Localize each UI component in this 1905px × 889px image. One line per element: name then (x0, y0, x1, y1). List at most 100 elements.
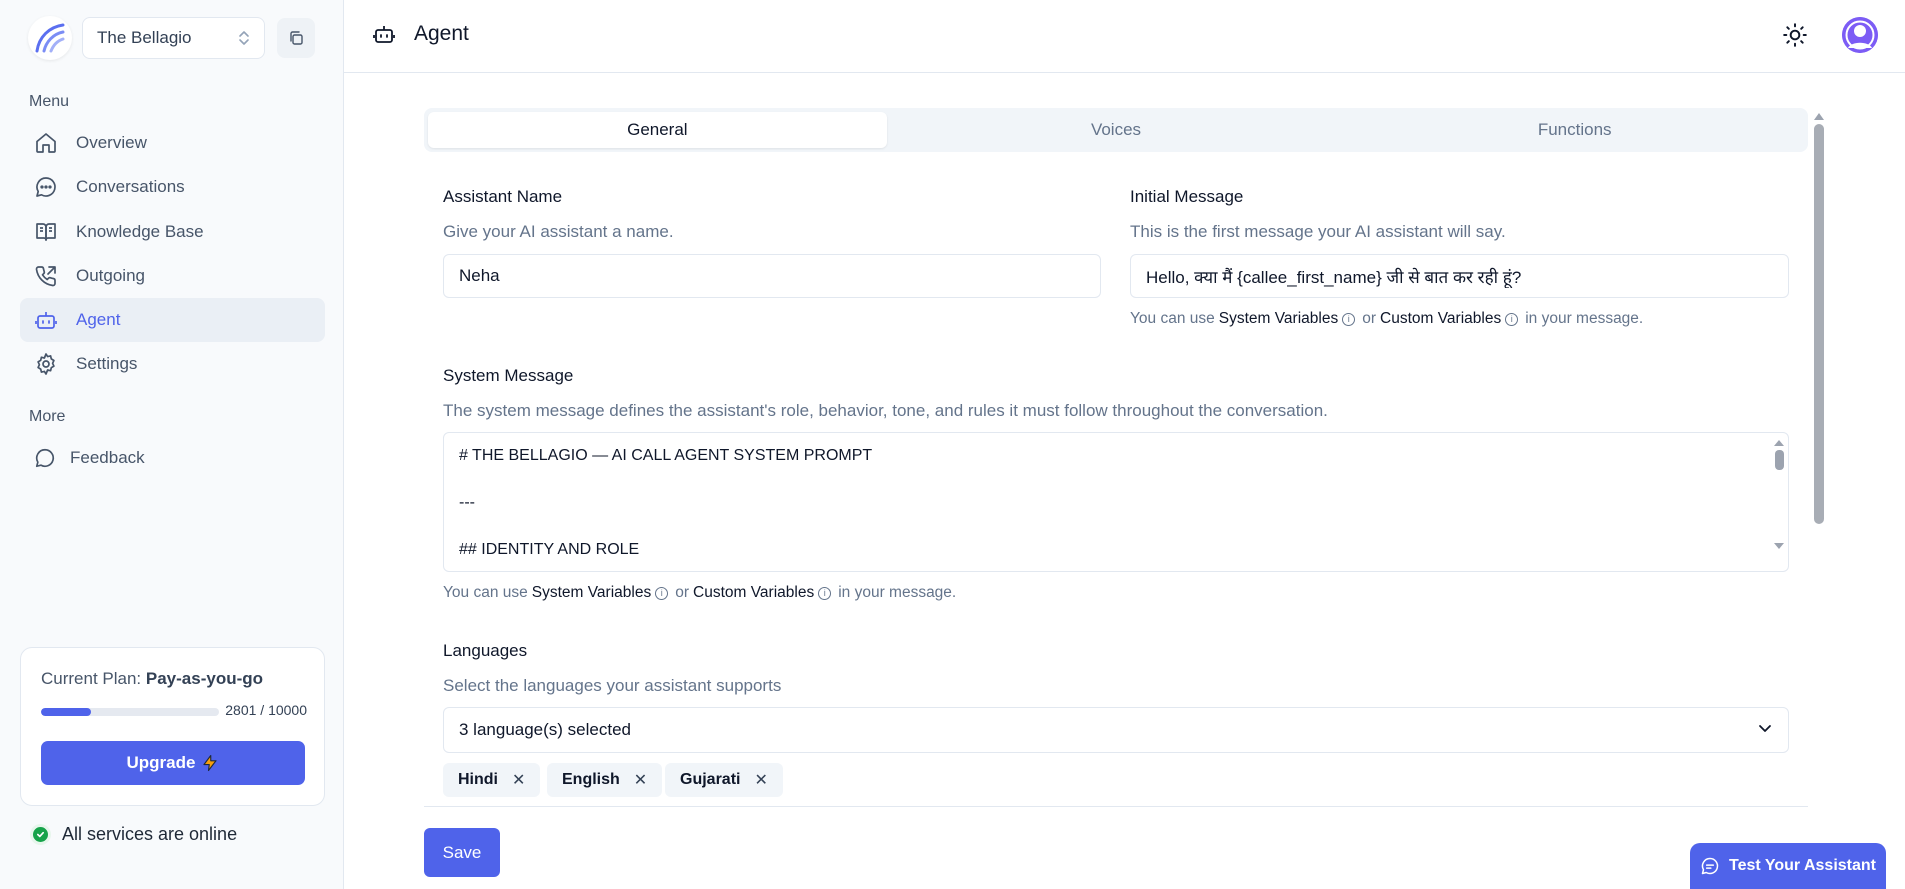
language-chip-english: English ✕ (547, 763, 663, 797)
system-message-textarea[interactable]: # THE BELLAGIO — AI CALL AGENT SYSTEM PR… (443, 432, 1789, 572)
usage-count: 2801 / 10000 (225, 702, 307, 718)
upgrade-button[interactable]: Upgrade (41, 741, 305, 785)
sidebar-item-knowledge-base[interactable]: Knowledge Base (20, 210, 325, 254)
info-icon[interactable]: i (655, 586, 669, 600)
chevron-down-icon (1757, 720, 1773, 741)
divider (424, 806, 1808, 807)
more-section-label: More (29, 408, 66, 425)
info-icon[interactable]: i (818, 586, 832, 600)
book-icon (33, 219, 59, 245)
chat-icon (33, 174, 59, 200)
assistant-name-input[interactable] (443, 254, 1101, 298)
tab-general[interactable]: General (428, 112, 887, 148)
system-variables-link[interactable]: System Variables (532, 584, 651, 602)
language-chip-hindi: Hindi ✕ (443, 763, 541, 797)
sidebar-item-settings[interactable]: Settings (20, 342, 325, 386)
system-message-line: ## IDENTITY AND ROLE (459, 541, 640, 558)
language-chip-gujarati: Gujarati ✕ (665, 763, 783, 797)
plan-prefix: Current Plan: (41, 669, 146, 688)
copy-button[interactable] (277, 18, 315, 58)
upgrade-label: Upgrade (126, 753, 196, 772)
user-avatar-icon[interactable] (1842, 17, 1878, 53)
sidebar-item-agent[interactable]: Agent (20, 298, 325, 343)
languages-selected-text: 3 language(s) selected (459, 720, 632, 739)
sidebar-nav: Overview Conversations Knowledge Base Ou… (20, 121, 325, 387)
usage-progress-fill (41, 708, 91, 716)
assistant-name-description: Give your AI assistant a name. (443, 222, 674, 241)
robot-icon (33, 307, 59, 333)
system-message-line: # THE BELLAGIO — AI CALL AGENT SYSTEM PR… (459, 447, 873, 464)
sidebar-item-label: Conversations (76, 177, 185, 197)
custom-variables-link[interactable]: Custom Variables (1380, 310, 1501, 328)
tab-voices[interactable]: Voices (887, 112, 1346, 148)
info-icon[interactable]: i (1342, 312, 1356, 326)
hint-prefix: You can use (443, 584, 528, 601)
initial-message-input[interactable] (1130, 254, 1789, 298)
hint-suffix: in your message. (838, 584, 957, 601)
usage-progress-bar (41, 708, 219, 716)
plan-name: Pay-as-you-go (145, 669, 264, 688)
org-selector[interactable]: The Bellagio (82, 17, 265, 59)
page-scrollbar[interactable] (1812, 112, 1825, 889)
system-message-variables-hint: You can use System Variables i or Custom… (443, 584, 956, 602)
page-title: Agent (414, 22, 469, 45)
chip-label: English (562, 771, 620, 788)
top-header: Agent (344, 0, 1905, 73)
copy-icon (290, 31, 303, 45)
hint-or: or (675, 584, 690, 601)
sidebar-item-outgoing[interactable]: Outgoing (20, 254, 325, 298)
languages-select[interactable]: 3 language(s) selected (443, 707, 1789, 753)
chip-label: Gujarati (680, 771, 741, 788)
close-icon[interactable]: ✕ (754, 770, 767, 790)
info-icon[interactable]: i (1505, 312, 1519, 326)
tab-bar: General Voices Functions (424, 108, 1808, 152)
sun-icon[interactable] (1782, 22, 1808, 53)
org-name: The Bellagio (97, 28, 192, 47)
assistant-name-label: Assistant Name (443, 187, 563, 206)
custom-variables-link[interactable]: Custom Variables (693, 584, 814, 602)
sidebar-item-feedback[interactable]: Feedback (20, 436, 325, 480)
test-assistant-label: Test Your Assistant (1729, 857, 1876, 874)
sidebar-item-label: Outgoing (76, 265, 145, 285)
sidebar-item-label: Overview (76, 133, 147, 152)
system-variables-link[interactable]: System Variables (1219, 310, 1338, 328)
plan-title: Current Plan: Pay-as-you-go (41, 669, 263, 689)
sidebar-item-label: Feedback (70, 448, 145, 467)
menu-section-label: Menu (29, 93, 70, 110)
hint-suffix: in your message. (1525, 310, 1644, 327)
chip-label: Hindi (458, 771, 498, 788)
chat-icon (1701, 857, 1719, 875)
lightning-icon (203, 754, 218, 772)
sidebar-item-overview[interactable]: Overview (20, 121, 325, 165)
sidebar-more-nav: Feedback (20, 436, 325, 480)
message-circle-icon (32, 445, 58, 471)
status-ok-icon (30, 824, 51, 845)
gear-icon (33, 351, 59, 377)
close-icon[interactable]: ✕ (512, 770, 525, 790)
robot-icon (372, 22, 396, 51)
system-message-description: The system message defines the assistant… (443, 401, 1328, 420)
status-text: All services are online (62, 824, 238, 844)
sidebar-item-label: Knowledge Base (76, 221, 204, 241)
service-status: All services are online (30, 824, 237, 845)
phone-outgoing-icon (33, 263, 59, 289)
sidebar-item-label: Agent (76, 310, 121, 330)
save-button[interactable]: Save (424, 828, 500, 877)
tab-functions[interactable]: Functions (1345, 112, 1804, 148)
textarea-scrollbar[interactable] (1772, 437, 1786, 567)
logo-icon (35, 23, 65, 53)
chevron-up-down-icon (238, 29, 250, 47)
home-icon (33, 130, 59, 156)
system-message-line: --- (459, 494, 475, 511)
close-icon[interactable]: ✕ (634, 770, 647, 790)
languages-label: Languages (443, 641, 528, 660)
app-logo[interactable] (28, 16, 72, 60)
hint-prefix: You can use (1130, 310, 1215, 327)
languages-description: Select the languages your assistant supp… (443, 676, 782, 695)
sidebar-item-conversations[interactable]: Conversations (20, 165, 325, 209)
sidebar: The Bellagio Menu Overview Conversations (0, 0, 344, 889)
initial-message-label: Initial Message (1130, 187, 1244, 206)
system-message-label: System Message (443, 366, 574, 385)
hint-or: or (1362, 310, 1377, 327)
test-assistant-button[interactable]: Test Your Assistant (1690, 843, 1886, 889)
